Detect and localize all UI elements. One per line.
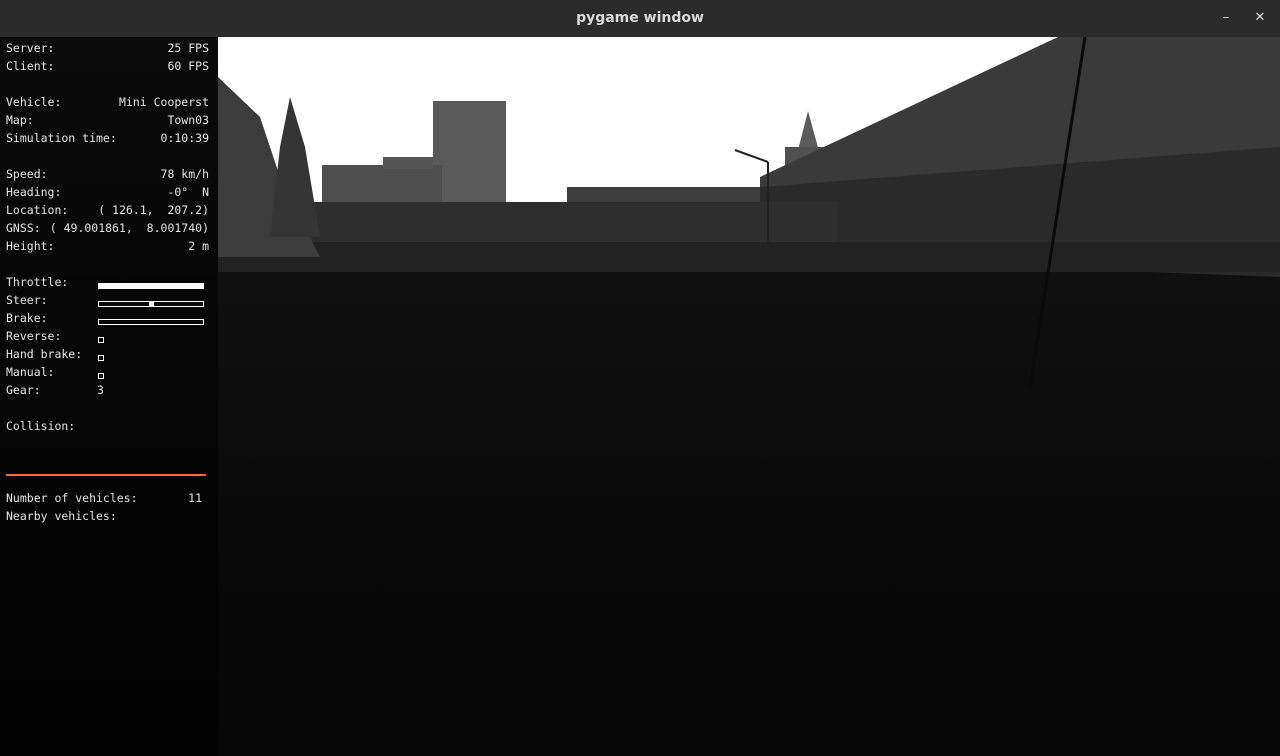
hud-gear: Gear: 3 — [6, 383, 104, 397]
hud-heading: Heading: -0° N — [6, 185, 209, 199]
hud-nearby-label: Nearby vehicles: — [6, 509, 117, 523]
collision-history-line — [6, 474, 206, 476]
hud-num-vehicles: Number of vehicles: 11 — [6, 491, 202, 505]
throttle-bar — [98, 283, 204, 289]
hud-height: Height: 2 m — [6, 239, 209, 253]
hud-vehicle: Vehicle: Mini Cooperst — [6, 95, 209, 109]
minimize-button[interactable]: – — [1216, 8, 1236, 28]
hud-gnss: GNSS:( 49.001861, 8.001740) — [6, 221, 209, 235]
hud-location: Location:( 126.1, 207.2) — [6, 203, 209, 217]
hud-panel: Server: 25 FPS Client: 60 FPS Vehicle: Mini… — [0, 37, 218, 756]
hud-map: Map: Town03 — [6, 113, 209, 127]
hud-server: Server: 25 FPS — [6, 41, 209, 55]
throttle-fill — [99, 284, 203, 288]
hud-hand-brake-label: Hand brake: — [6, 347, 83, 361]
hud-reverse-label: Reverse: — [6, 329, 62, 343]
hud-collision-label: Collision: — [6, 419, 76, 433]
hand-brake-checkbox — [98, 355, 104, 361]
manual-checkbox — [98, 373, 104, 379]
hud-speed: Speed: 78 km/h — [6, 167, 209, 181]
steer-indicator — [149, 301, 154, 307]
steer-bar — [98, 301, 204, 307]
hud-manual-label: Manual: — [6, 365, 55, 379]
window-title: pygame window — [576, 10, 704, 26]
window-titlebar: pygame window – ✕ — [0, 0, 1280, 38]
hud-client: Client: 60 FPS — [6, 59, 209, 73]
reverse-checkbox — [98, 337, 104, 343]
close-button[interactable]: ✕ — [1250, 8, 1270, 28]
hud-sim-time: Simulation time: 0:10:39 — [6, 131, 209, 145]
brake-bar — [98, 319, 204, 325]
